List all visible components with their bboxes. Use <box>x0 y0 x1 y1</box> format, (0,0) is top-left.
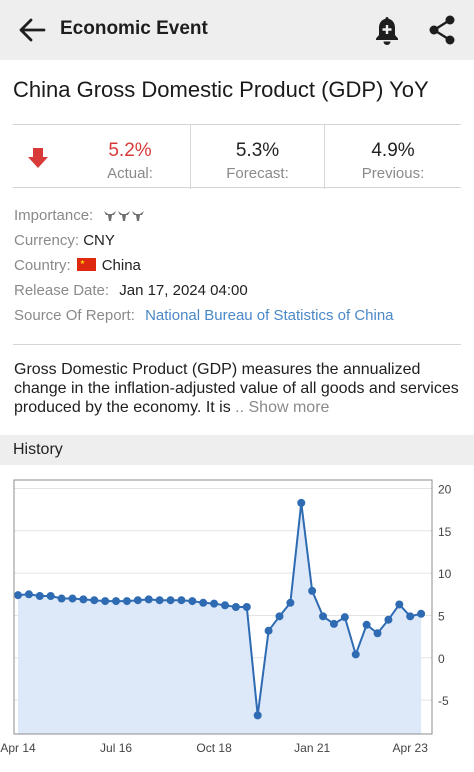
data-point <box>373 629 382 638</box>
importance-bull-icons <box>104 211 145 222</box>
event-description: Gross Domestic Product (GDP) measures th… <box>14 360 460 417</box>
data-point <box>362 620 371 629</box>
actual-stat: 5.2% Actual: <box>71 125 189 189</box>
data-point <box>188 597 197 606</box>
history-chart: 20 15 10 5 0 -5 Apr 14 Jul 16 Oct 18 Jan 21 Apr 23 <box>0 479 452 755</box>
y-tick-label: -5 <box>438 694 449 708</box>
country-label: Country: <box>14 257 71 274</box>
actual-label: Actual: <box>107 165 153 182</box>
section-divider <box>13 344 461 345</box>
importance-label: Importance: <box>14 207 94 224</box>
data-point <box>231 603 240 611</box>
currency-label: Currency: <box>14 232 80 249</box>
data-point <box>35 591 44 600</box>
data-point <box>199 598 208 607</box>
stats-row: 5.2% Actual: 5.3% Forecast: 4.9% Previou… <box>13 124 461 189</box>
data-point <box>46 591 55 600</box>
data-point <box>319 612 328 621</box>
data-point <box>417 609 426 618</box>
bell-add-icon[interactable] <box>372 14 402 46</box>
actual-value: 5.2% <box>108 140 152 161</box>
currency-value: CNY <box>83 232 115 249</box>
china-flag-icon: ★ <box>76 258 96 271</box>
y-tick-label: 20 <box>438 482 452 496</box>
source-label: Source Of Report: <box>14 307 135 324</box>
event-title: China Gross Domestic Product (GDP) YoY <box>13 77 429 102</box>
source-link[interactable]: National Bureau of Statistics of China <box>145 307 393 324</box>
y-tick-label: 5 <box>438 609 445 623</box>
show-more-link[interactable]: .. Show more <box>235 399 329 416</box>
data-point <box>221 601 229 610</box>
history-header: History <box>0 435 474 465</box>
arrow-down-icon <box>28 148 48 168</box>
data-point <box>253 711 262 720</box>
data-point <box>133 596 142 605</box>
data-point <box>57 594 66 603</box>
data-point <box>395 600 404 609</box>
release-date-value: Jan 17, 2024 04:00 <box>119 282 248 299</box>
app-bar: Economic Event <box>0 0 474 60</box>
share-icon[interactable] <box>428 15 456 45</box>
page-title: Economic Event <box>60 18 208 39</box>
data-point <box>329 619 338 628</box>
data-point <box>308 586 317 595</box>
data-point <box>101 597 110 606</box>
history-title: History <box>13 441 63 458</box>
x-tick-label: Oct 18 <box>196 741 232 755</box>
data-point <box>90 596 99 605</box>
previous-label: Previous: <box>361 165 425 182</box>
data-point <box>79 595 88 604</box>
release-date-label: Release Date: <box>14 282 110 299</box>
y-tick-label: 10 <box>438 567 452 581</box>
x-tick-label: Jul 16 <box>100 741 132 755</box>
y-tick-label: 0 <box>438 652 445 666</box>
data-point <box>406 612 415 621</box>
forecast-value: 5.3% <box>235 140 280 161</box>
previous-stat: 4.9% Previous: <box>324 125 461 189</box>
data-point <box>286 598 295 607</box>
country-value: China <box>101 257 141 274</box>
data-point <box>166 596 175 605</box>
currency-row: Currency: CNY <box>14 232 115 249</box>
x-tick-label: Apr 23 <box>393 741 429 755</box>
data-point <box>14 591 22 600</box>
previous-value: 4.9% <box>371 140 415 161</box>
arrow-left-icon[interactable] <box>18 17 46 43</box>
country-row: Country: ★ China <box>14 257 141 274</box>
y-tick-label: 15 <box>438 525 452 539</box>
data-point <box>297 498 306 507</box>
data-point <box>275 612 284 621</box>
release-date-row: Release Date: Jan 17, 2024 04:00 <box>14 282 248 299</box>
x-tick-label: Apr 14 <box>0 741 36 755</box>
x-tick-label: Jan 21 <box>294 741 330 755</box>
source-row: Source Of Report: National Bureau of Sta… <box>14 307 394 324</box>
data-point <box>122 597 131 606</box>
data-point <box>68 594 77 603</box>
data-point <box>351 650 360 659</box>
data-point <box>144 595 153 604</box>
data-point <box>242 603 251 611</box>
data-point <box>384 615 393 624</box>
data-point <box>24 590 33 599</box>
data-point <box>155 596 164 605</box>
data-point <box>112 597 121 606</box>
importance-row: Importance: <box>14 207 145 224</box>
data-point <box>264 626 273 635</box>
data-point <box>177 596 186 605</box>
forecast-stat: 5.3% Forecast: <box>190 125 324 189</box>
data-point <box>340 613 349 622</box>
forecast-label: Forecast: <box>226 165 289 182</box>
data-point <box>210 599 219 608</box>
